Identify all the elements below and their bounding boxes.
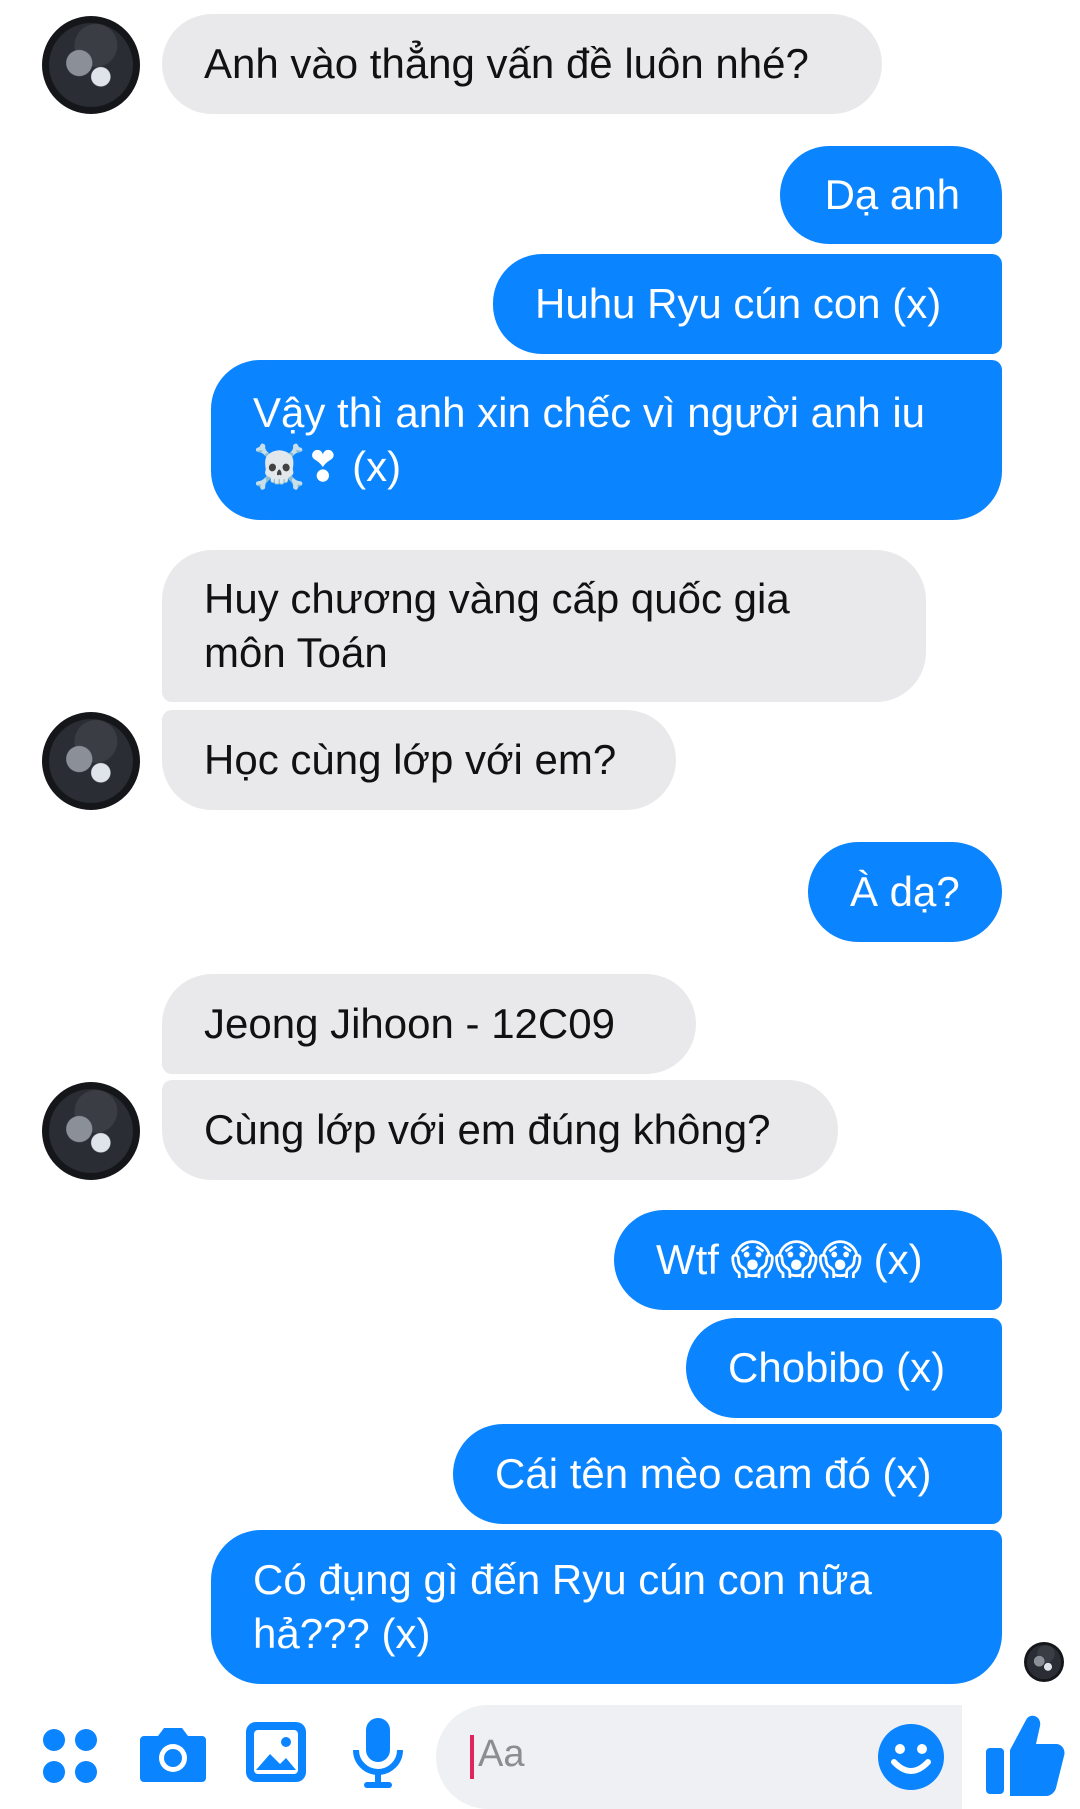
message-text: À dạ?: [850, 868, 960, 915]
message-text: Học cùng lớp với em?: [204, 736, 617, 783]
message-text: Vậy thì anh xin chếc vì người anh iu: [253, 389, 926, 436]
avatar[interactable]: [42, 712, 140, 810]
message-text: Wtf 😱😱😱 (x): [656, 1236, 923, 1283]
message-text: Cùng lớp với em đúng không?: [204, 1106, 771, 1153]
message-bubble[interactable]: Huhu Ryu cún con (x): [493, 254, 1002, 354]
camera-icon[interactable]: [138, 1722, 208, 1786]
message-text: Chobibo (x): [728, 1344, 946, 1391]
message-bubble[interactable]: Dạ anh: [780, 146, 1002, 244]
message-text: Jeong Jihoon - 12C09: [204, 1000, 615, 1047]
avatar[interactable]: [42, 1082, 140, 1180]
message-bubble[interactable]: Wtf 😱😱😱 (x): [614, 1210, 1002, 1310]
message-bubble[interactable]: Cùng lớp với em đúng không?: [162, 1080, 838, 1180]
thumbs-up-icon[interactable]: [984, 1712, 1066, 1798]
emoji-icon[interactable]: [876, 1722, 946, 1792]
message-text-line2: ☠️❣ (x): [253, 443, 402, 490]
text-caret: [470, 1735, 474, 1779]
message-bubble[interactable]: Huy chương vàng cấp quốc gia môn Toán: [162, 550, 926, 702]
gallery-icon[interactable]: [244, 1720, 308, 1784]
seen-receipt-avatar: [1024, 1642, 1064, 1682]
avatar[interactable]: [42, 16, 140, 114]
message-bubble[interactable]: Chobibo (x): [686, 1318, 1002, 1418]
microphone-icon[interactable]: [350, 1716, 406, 1792]
message-input-placeholder: Aa: [478, 1733, 525, 1775]
message-bubble[interactable]: Có đụng gì đến Ryu cún con nữa hả??? (x): [211, 1530, 1002, 1684]
message-text: Huhu Ryu cún con (x): [535, 280, 942, 327]
message-bubble[interactable]: Anh vào thẳng vấn đề luôn nhé?: [162, 14, 882, 114]
message-bubble[interactable]: Cái tên mèo cam đó (x): [453, 1424, 1002, 1524]
message-text: Cái tên mèo cam đó (x): [495, 1450, 932, 1497]
message-bubble[interactable]: À dạ?: [808, 842, 1002, 942]
message-bubble[interactable]: Jeong Jihoon - 12C09: [162, 974, 696, 1074]
message-bubble[interactable]: Học cùng lớp với em?: [162, 710, 676, 810]
message-bubble[interactable]: Vậy thì anh xin chếc vì người anh iu ☠️❣…: [211, 360, 1002, 520]
apps-icon[interactable]: [40, 1726, 100, 1786]
message-text: Dạ anh: [824, 171, 960, 218]
message-text: Huy chương vàng cấp quốc gia môn Toán: [204, 575, 790, 676]
message-text: Anh vào thẳng vấn đề luôn nhé?: [204, 40, 809, 87]
message-text: Có đụng gì đến Ryu cún con nữa hả??? (x): [253, 1556, 872, 1657]
